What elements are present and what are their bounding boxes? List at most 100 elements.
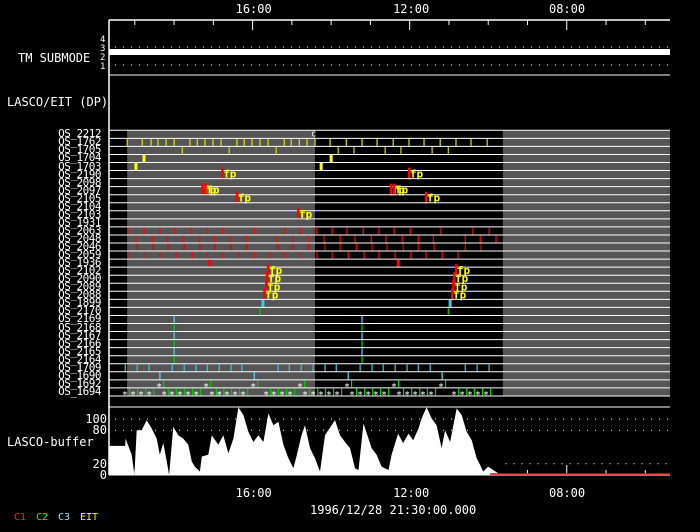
event-tick xyxy=(476,364,478,372)
event-tick xyxy=(387,388,390,396)
asterisk-marker: * xyxy=(302,390,308,401)
asterisk-marker: * xyxy=(287,390,293,401)
asterisk-marker: * xyxy=(467,390,473,401)
event-tick xyxy=(324,364,326,372)
event-tick xyxy=(362,227,364,235)
event-tick xyxy=(171,364,173,372)
event-tick xyxy=(341,388,343,396)
asterisk-marker: * xyxy=(146,390,152,401)
event-tick xyxy=(394,364,396,372)
top-tick-label: 16:00 xyxy=(235,2,272,16)
event-tick xyxy=(433,243,435,251)
event-tick xyxy=(431,146,433,154)
event-tick xyxy=(455,138,457,146)
event-tick xyxy=(206,227,208,235)
event-tick xyxy=(401,235,403,243)
event-tick xyxy=(214,243,216,251)
event-tick xyxy=(489,388,492,396)
event-tick xyxy=(253,227,255,235)
legend-item-c2: C2 xyxy=(36,512,49,523)
event-tick xyxy=(312,364,314,372)
asterisk-marker: * xyxy=(122,390,128,401)
event-tick xyxy=(400,146,402,154)
asterisk-marker: * xyxy=(349,390,355,401)
event-tick xyxy=(361,348,363,356)
event-tick xyxy=(417,235,419,243)
event-tick xyxy=(441,251,443,259)
asterisk-marker: * xyxy=(138,390,144,401)
buffer-area xyxy=(109,407,504,475)
event-tick xyxy=(288,364,290,372)
event-tick xyxy=(294,388,296,396)
event-tick xyxy=(128,251,130,259)
event-tick xyxy=(314,138,316,146)
event-tick xyxy=(199,243,201,251)
event-tick xyxy=(230,364,232,372)
event-tick xyxy=(245,235,247,243)
asterisk-marker: * xyxy=(428,390,434,401)
bottom-tick-label: 12:00 xyxy=(393,486,430,500)
event-tick xyxy=(486,138,488,146)
event-tick xyxy=(464,364,466,372)
top-tick-label: 12:00 xyxy=(393,2,430,16)
event-tick xyxy=(173,356,175,364)
event-tick xyxy=(222,251,224,259)
event-tick xyxy=(151,235,153,243)
event-tick xyxy=(253,372,255,380)
row-mark-text: c xyxy=(311,129,316,139)
event-tick xyxy=(200,388,202,396)
event-tick xyxy=(206,364,208,372)
event-tick xyxy=(230,243,232,251)
event-tick xyxy=(257,380,259,388)
bottom-tick-label: 08:00 xyxy=(548,486,586,500)
event-tick xyxy=(206,251,208,259)
event-tick xyxy=(175,251,177,259)
event-tick xyxy=(246,243,248,251)
event-tick xyxy=(236,138,238,146)
event-tick xyxy=(304,380,306,388)
event-tick xyxy=(292,243,294,251)
event-tick xyxy=(153,388,155,396)
legend-item-c3: C3 xyxy=(58,512,71,523)
event-tick xyxy=(173,340,175,348)
event-tick xyxy=(173,348,175,356)
event-tick xyxy=(335,364,337,372)
event-tick xyxy=(126,138,128,146)
asterisk-marker: * xyxy=(240,390,246,401)
lasco-buffer-label: LASCO-buffer xyxy=(7,435,94,449)
event-tick xyxy=(136,243,138,251)
event-tick xyxy=(277,243,279,251)
event-tick xyxy=(134,163,138,171)
event-tick xyxy=(444,380,447,388)
asterisk-marker: * xyxy=(420,390,426,401)
event-tick xyxy=(432,235,434,243)
asterisk-marker: * xyxy=(326,390,332,401)
event-tick xyxy=(284,251,286,259)
asterisk-marker: * xyxy=(396,390,402,401)
event-tick xyxy=(163,380,165,388)
event-tick xyxy=(307,235,309,243)
event-tick xyxy=(440,227,442,235)
event-tick xyxy=(183,243,185,251)
event-tick xyxy=(159,251,161,259)
event-tick xyxy=(361,356,363,364)
event-tick xyxy=(218,364,220,372)
lasco-eit-dp-label: LASCO/EIT (DP) xyxy=(7,95,109,109)
event-tick xyxy=(221,227,223,235)
event-tick xyxy=(165,138,167,146)
event-tick xyxy=(198,235,200,243)
asterisk-marker: * xyxy=(224,390,230,401)
event-tick xyxy=(220,138,222,146)
event-tick xyxy=(346,227,348,235)
event-tick xyxy=(167,243,169,251)
event-tick xyxy=(152,243,154,251)
event-tick xyxy=(457,251,459,259)
event-tick xyxy=(204,138,206,146)
event-tick xyxy=(157,138,159,146)
legend-item-eit: EIT xyxy=(80,512,99,523)
row-label: OS_1694 xyxy=(58,384,101,398)
tm-submode-label: TM SUBMODE xyxy=(18,51,91,65)
event-tick xyxy=(479,235,481,243)
event-tick xyxy=(447,146,449,154)
event-tick xyxy=(241,364,243,372)
